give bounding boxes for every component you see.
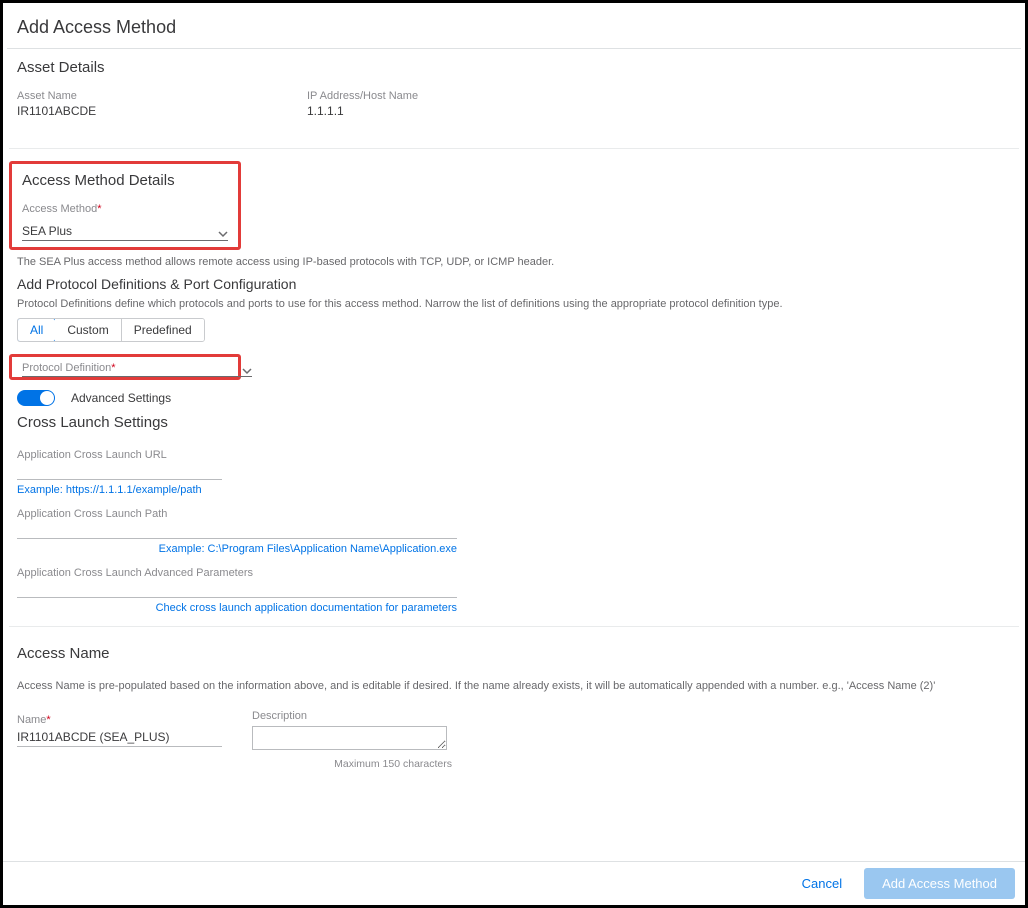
cross-launch-adv-block: Application Cross Launch Advanced Parame…: [17, 567, 457, 598]
cross-launch-adv-label: Application Cross Launch Advanced Parame…: [17, 567, 457, 579]
page-title: Add Access Method: [3, 3, 1025, 48]
tab-all[interactable]: All: [17, 318, 56, 342]
asset-name-block: Asset Name IR1101ABCDE: [17, 90, 267, 118]
advanced-settings-row: Advanced Settings: [17, 390, 1011, 406]
access-method-label: Access Method*: [22, 203, 101, 215]
chevron-down-icon: [218, 226, 228, 236]
toggle-knob: [40, 391, 54, 405]
protocol-description: Protocol Definitions define which protoc…: [17, 298, 1011, 310]
cross-launch-url-hint: Example: https://1.1.1.1/example/path: [17, 484, 457, 496]
cross-launch-adv-hint: Check cross launch application documenta…: [17, 602, 457, 614]
name-description-row: Name* Description Maximum 150 characters: [17, 710, 1011, 770]
name-label: Name*: [17, 714, 51, 726]
divider: [9, 626, 1019, 627]
cross-launch-path-label: Application Cross Launch Path: [17, 508, 457, 520]
access-method-select[interactable]: SEA Plus: [22, 223, 228, 241]
protocol-definition-highlight: Protocol Definition*: [9, 354, 241, 380]
name-field-block: Name*: [17, 710, 222, 747]
asset-details-section: Asset Details Asset Name IR1101ABCDE IP …: [3, 49, 1025, 136]
protocol-definition-select[interactable]: Protocol Definition*: [22, 361, 252, 377]
asset-name-value: IR1101ABCDE: [17, 104, 267, 118]
description-textarea[interactable]: [252, 726, 447, 750]
chevron-down-icon: [242, 363, 252, 373]
access-name-section: Access Name: [3, 639, 1025, 676]
protocol-definition-placeholder: Protocol Definition*: [22, 362, 116, 374]
tab-predefined[interactable]: Predefined: [122, 319, 204, 341]
cross-launch-path-hint: Example: C:\Program Files\Application Na…: [17, 543, 457, 555]
protocol-tab-group: All Custom Predefined: [17, 318, 205, 342]
add-access-method-button[interactable]: Add Access Method: [864, 868, 1015, 899]
cross-launch-path-block: Application Cross Launch Path: [17, 508, 457, 539]
asset-name-label: Asset Name: [17, 90, 267, 102]
cancel-button[interactable]: Cancel: [792, 870, 852, 897]
ip-block: IP Address/Host Name 1.1.1.1: [307, 90, 557, 118]
cross-launch-adv-input[interactable]: [17, 579, 457, 598]
footer-bar: Cancel Add Access Method: [3, 861, 1025, 905]
access-method-value: SEA Plus: [22, 224, 72, 238]
advanced-settings-label: Advanced Settings: [71, 391, 171, 405]
cross-launch-url-block: Application Cross Launch URL: [17, 449, 222, 480]
ip-label: IP Address/Host Name: [307, 90, 557, 102]
protocol-heading: Add Protocol Definitions & Port Configur…: [17, 276, 1011, 292]
cross-launch-heading: Cross Launch Settings: [17, 414, 1011, 431]
ip-value: 1.1.1.1: [307, 104, 557, 118]
access-name-description: Access Name is pre-populated based on th…: [17, 680, 1011, 692]
access-name-heading: Access Name: [17, 645, 1011, 662]
cross-launch-path-input[interactable]: [17, 520, 457, 539]
asset-details-heading: Asset Details: [17, 59, 1011, 76]
max-chars-note: Maximum 150 characters: [252, 758, 452, 770]
description-field-block: Description Maximum 150 characters: [252, 710, 452, 770]
access-method-highlight: Access Method Details Access Method* SEA…: [9, 161, 241, 250]
advanced-settings-toggle[interactable]: [17, 390, 55, 406]
tab-custom[interactable]: Custom: [55, 319, 121, 341]
description-label: Description: [252, 710, 452, 722]
cross-launch-url-input[interactable]: [17, 461, 222, 480]
cross-launch-url-label: Application Cross Launch URL: [17, 449, 222, 461]
asset-details-row: Asset Name IR1101ABCDE IP Address/Host N…: [17, 90, 1011, 118]
name-input[interactable]: [17, 728, 222, 747]
divider: [9, 148, 1019, 149]
access-method-description: The SEA Plus access method allows remote…: [17, 256, 1011, 268]
access-method-heading: Access Method Details: [22, 172, 228, 189]
